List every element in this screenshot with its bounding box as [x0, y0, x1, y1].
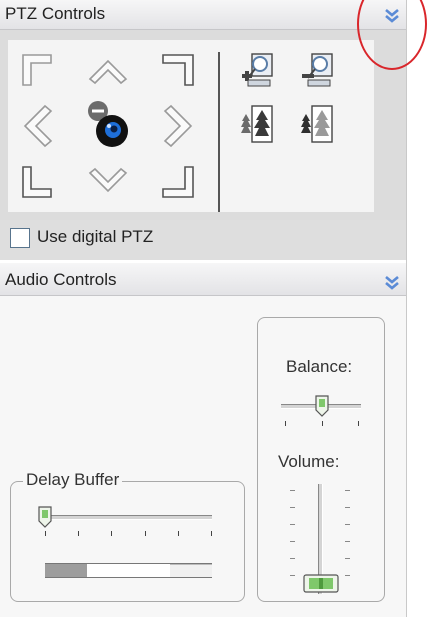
ptz-title: PTZ Controls	[5, 4, 106, 23]
volume-tick	[345, 541, 350, 542]
volume-tick	[290, 541, 295, 542]
chevron-right-icon	[163, 104, 193, 148]
volume-tick	[290, 507, 295, 508]
delay-tick	[211, 531, 212, 536]
pan-down-right-button[interactable]	[155, 161, 199, 205]
volume-tick	[345, 575, 350, 576]
camera-home-icon	[88, 101, 128, 147]
balance-tick	[285, 421, 286, 426]
volume-tick	[290, 490, 295, 491]
side-panel: PTZ Controls Use digital PTZ Audio Contr…	[0, 0, 407, 617]
pan-up-left-button[interactable]	[17, 49, 61, 93]
volume-tick	[345, 524, 350, 525]
delay-tick	[178, 531, 179, 536]
ptz-separator	[218, 52, 220, 212]
zoom-out-icon	[302, 53, 333, 87]
audio-collapse-chevron-icon[interactable]	[383, 275, 401, 291]
balance-label: Balance:	[286, 357, 353, 376]
volume-tick	[345, 558, 350, 559]
chevron-down-icon	[88, 167, 128, 193]
buffer-level-bar	[45, 563, 212, 578]
chevron-left-icon	[23, 104, 53, 148]
pan-right-button[interactable]	[155, 104, 199, 148]
focus-far-icon	[301, 105, 333, 143]
pan-up-button[interactable]	[86, 49, 130, 93]
delay-tick	[78, 531, 79, 536]
pan-down-left-button[interactable]	[17, 161, 61, 205]
corner-up-right-icon	[162, 54, 194, 86]
audio-title: Audio Controls	[5, 270, 117, 289]
zoom-in-icon	[242, 53, 273, 87]
delay-tick	[145, 531, 146, 536]
volume-tick	[345, 507, 350, 508]
buffer-level-fill	[45, 564, 87, 577]
volume-tick	[290, 575, 295, 576]
balance-tick	[322, 421, 323, 426]
focus-near-button[interactable]	[238, 104, 276, 146]
digital-ptz-checkbox[interactable]	[10, 228, 30, 248]
home-button[interactable]	[86, 99, 132, 153]
focus-far-button[interactable]	[298, 104, 336, 146]
balance-thumb[interactable]	[315, 395, 329, 417]
pan-down-button[interactable]	[86, 161, 130, 205]
volume-thumb[interactable]	[303, 574, 339, 593]
delay-buffer-track[interactable]	[40, 515, 212, 520]
volume-tick	[345, 490, 350, 491]
chevron-up-icon	[88, 59, 128, 85]
zoom-out-button[interactable]	[298, 52, 336, 90]
corner-down-left-icon	[22, 166, 52, 198]
delay-tick	[111, 531, 112, 536]
volume-label: Volume:	[278, 452, 340, 471]
volume-tick	[290, 558, 295, 559]
audio-header[interactable]: Audio Controls	[0, 263, 406, 296]
delay-buffer-group	[10, 481, 245, 602]
balance-tick	[358, 421, 359, 426]
delay-tick	[45, 531, 46, 536]
delay-buffer-label: Delay Buffer	[23, 470, 123, 490]
pan-left-button[interactable]	[17, 104, 61, 148]
digital-ptz-label: Use digital PTZ	[37, 227, 154, 246]
zoom-in-button[interactable]	[238, 52, 276, 90]
pan-up-right-button[interactable]	[155, 49, 199, 93]
volume-tick	[290, 524, 295, 525]
focus-near-icon	[241, 105, 273, 143]
corner-up-left-icon	[22, 54, 52, 86]
corner-down-right-icon	[162, 166, 194, 198]
ptz-header[interactable]: PTZ Controls	[0, 0, 406, 30]
delay-buffer-thumb[interactable]	[38, 506, 52, 528]
